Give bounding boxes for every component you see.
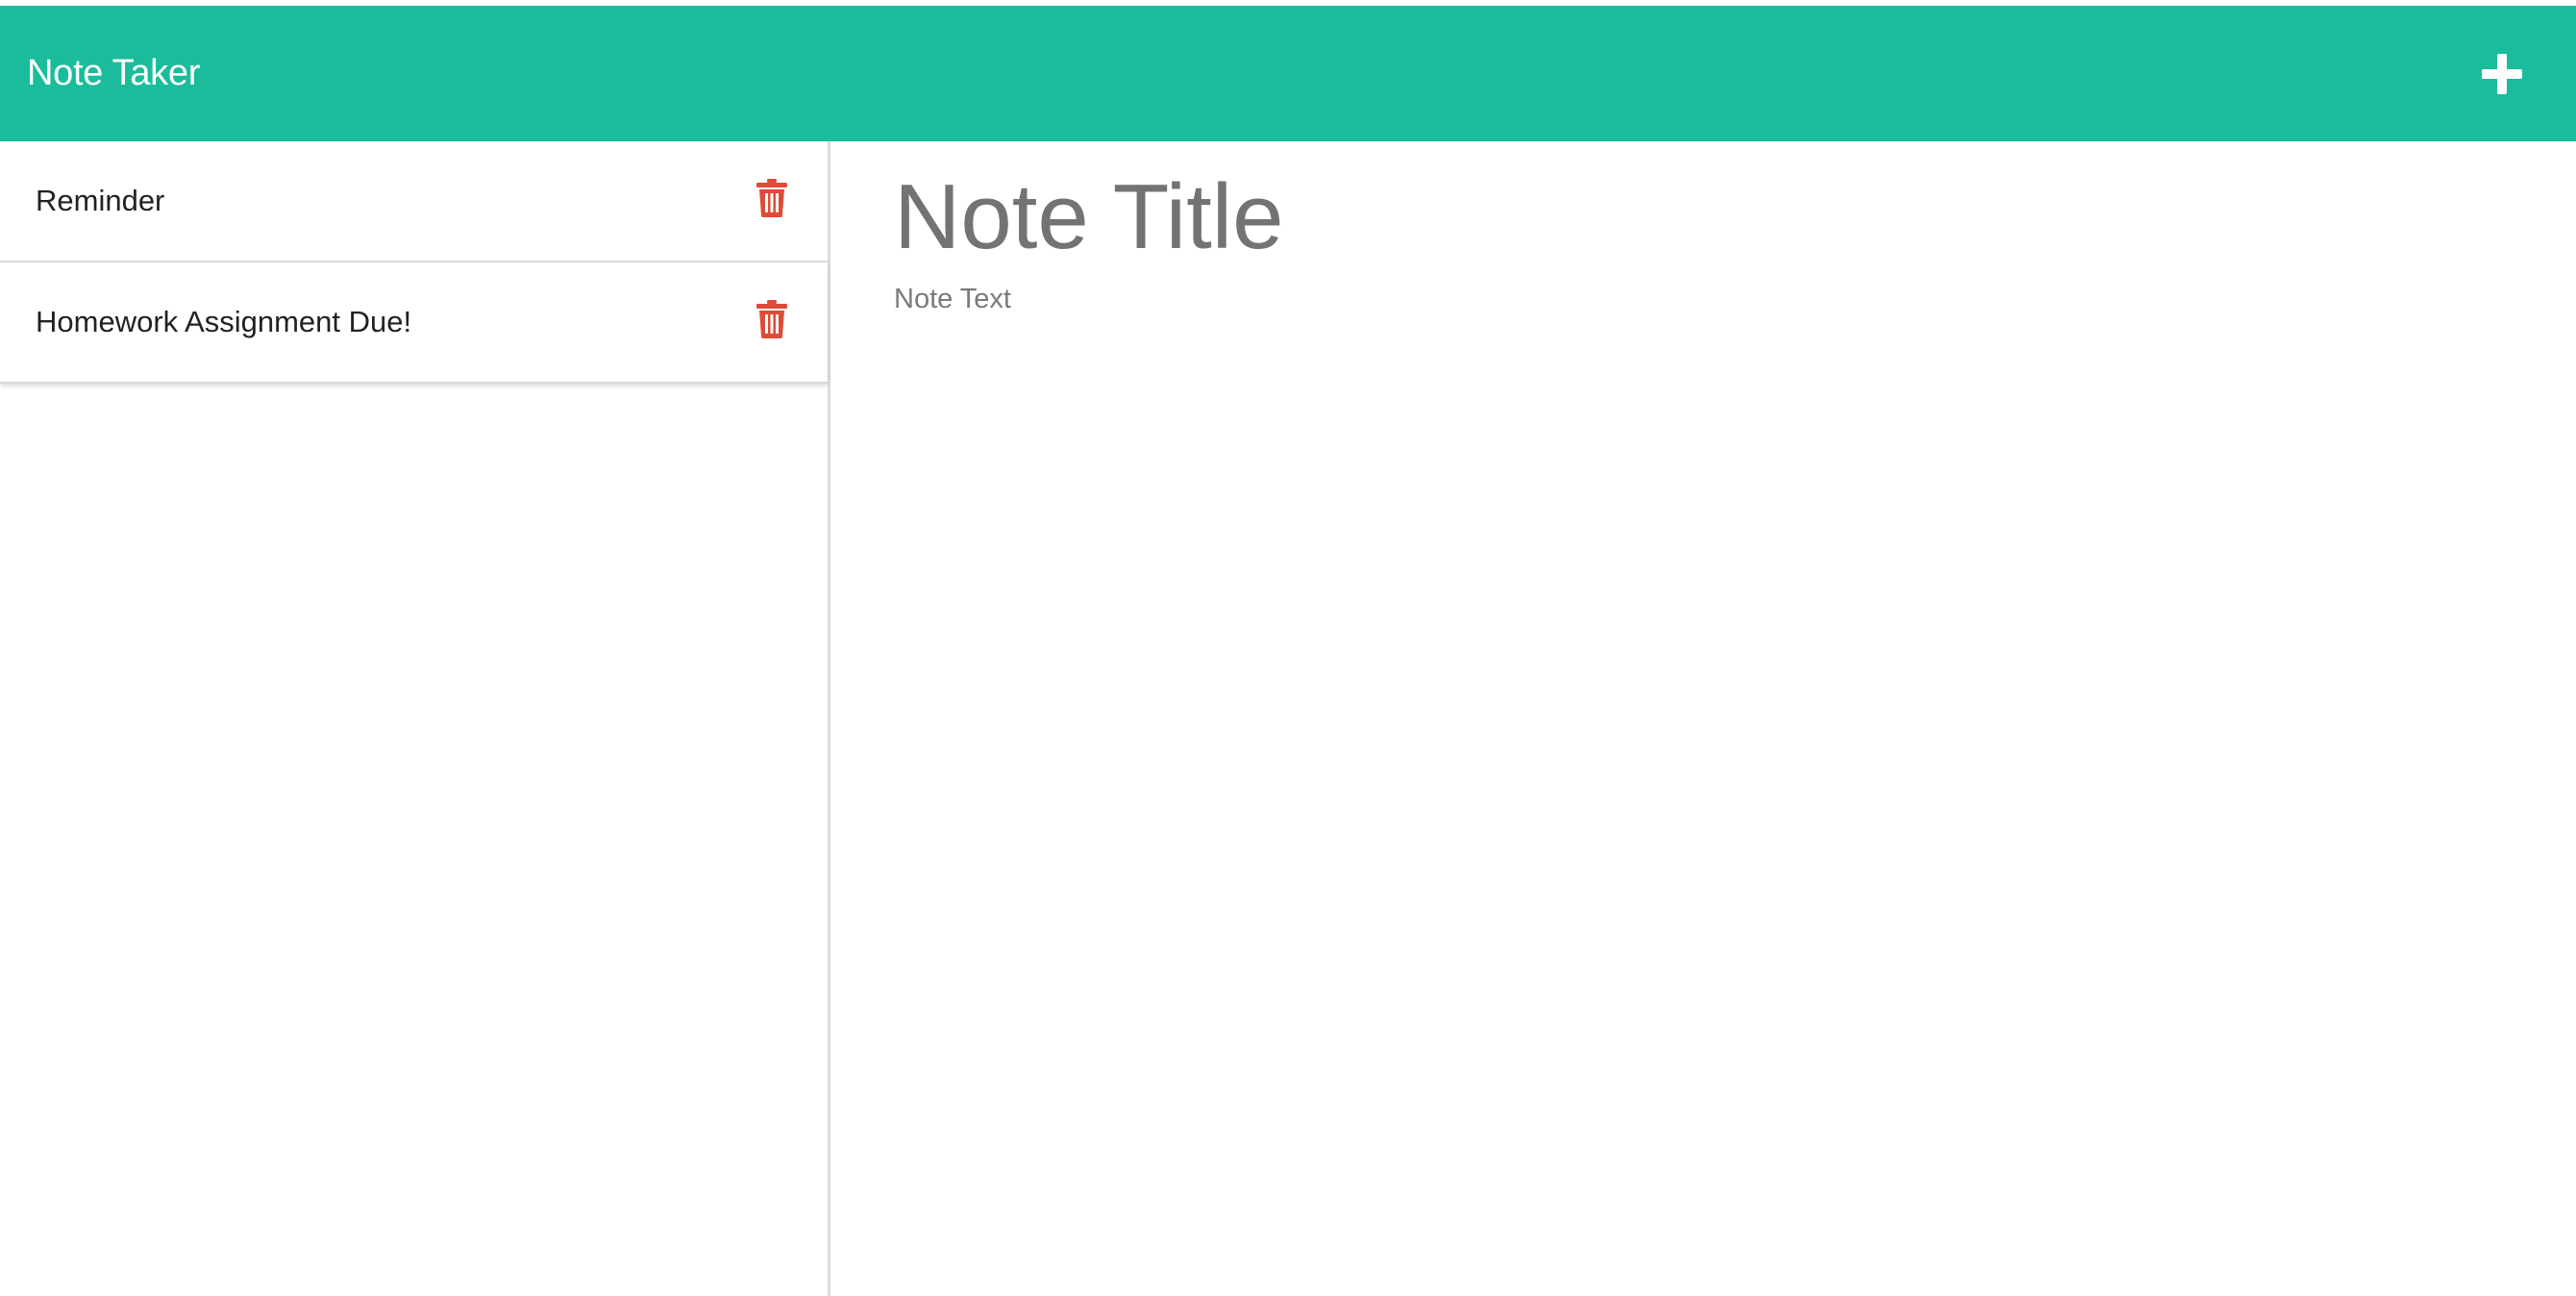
- note-item-title[interactable]: Reminder: [36, 184, 164, 218]
- delete-note-button[interactable]: [753, 177, 791, 219]
- note-item-title[interactable]: Homework Assignment Due!: [36, 305, 411, 339]
- trash-icon: [756, 179, 787, 217]
- plus-icon: [2482, 53, 2522, 94]
- trash-icon: [756, 300, 787, 338]
- note-title-input[interactable]: [894, 164, 2518, 271]
- note-editor: [833, 141, 2576, 1296]
- app-title[interactable]: Note Taker: [27, 53, 200, 94]
- note-list: Reminder Homework Assignment Due!: [0, 141, 828, 384]
- delete-note-button[interactable]: [753, 298, 791, 340]
- note-text-input[interactable]: [894, 284, 2518, 1150]
- note-list-sidebar: Reminder Homework Assignment Due!: [0, 141, 830, 1296]
- list-item-note[interactable]: Reminder: [0, 141, 828, 262]
- navbar: Note Taker: [0, 6, 2576, 141]
- list-item-note[interactable]: Homework Assignment Due!: [0, 262, 828, 384]
- new-note-button[interactable]: [2468, 40, 2536, 108]
